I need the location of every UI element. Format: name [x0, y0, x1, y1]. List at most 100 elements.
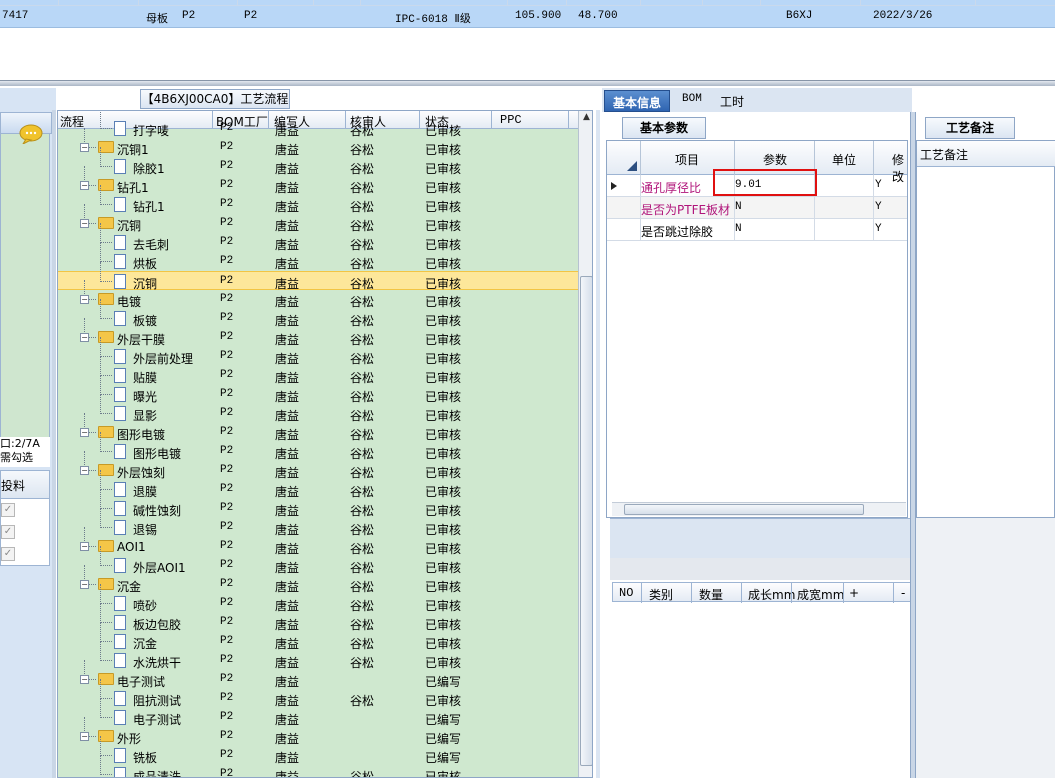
- remove-column-button[interactable]: -: [901, 586, 905, 600]
- collapse-icon[interactable]: −: [80, 295, 89, 304]
- tree-connector: [100, 698, 112, 718]
- flow-row[interactable]: 板镀 P2 唐益 谷松 已审核: [58, 299, 578, 328]
- flow-row[interactable]: 阻抗测试 P2 唐益 谷松 已审核: [58, 679, 578, 708]
- comment-bubble-icon[interactable]: [18, 124, 44, 146]
- left-vertical-splitter[interactable]: [52, 110, 56, 778]
- collapse-icon[interactable]: −: [80, 219, 89, 228]
- tab-basic-info[interactable]: 基本信息: [604, 90, 671, 112]
- process-flow-tree[interactable]: 流程 BOM工厂 编写人 核审人 状态 PPC 打字唛 P2 唐益 谷松 已审核 − 沉铜1…: [57, 110, 593, 778]
- flow-bom-factory: P2: [220, 217, 234, 229]
- flow-row[interactable]: − 外层干膜 P2 唐益 谷松 已审核: [58, 318, 578, 347]
- flow-row[interactable]: 去毛刺 P2 唐益 谷松 已审核: [58, 223, 578, 252]
- flow-row[interactable]: 铣板 P2 唐益 已编写: [58, 736, 578, 765]
- flow-vertical-scrollbar[interactable]: ▲: [578, 111, 592, 777]
- flow-row[interactable]: 成品清洗 P2 唐益 谷松 已审核: [58, 755, 578, 778]
- tab-basic-params[interactable]: 基本参数: [622, 117, 706, 139]
- row-checkbox[interactable]: ✓: [1, 547, 15, 561]
- add-column-button[interactable]: +: [849, 586, 859, 600]
- flow-row[interactable]: 喷砂 P2 唐益 谷松 已审核: [58, 584, 578, 613]
- flow-row[interactable]: 打字唛 P2 唐益 谷松 已审核: [58, 111, 578, 138]
- flow-row[interactable]: − 电镀 P2 唐益 谷松 已审核: [58, 280, 578, 309]
- collapse-icon[interactable]: −: [80, 143, 89, 152]
- center-vertical-splitter[interactable]: [596, 110, 600, 778]
- flow-row[interactable]: − 外形 P2 唐益 已编写: [58, 717, 578, 746]
- tab-process-notes[interactable]: 工艺备注: [925, 117, 1015, 139]
- col-quantity[interactable]: 数量: [699, 586, 723, 603]
- flow-row[interactable]: 烘板 P2 唐益 谷松 已审核: [58, 242, 578, 271]
- flow-status: 已审核: [425, 561, 462, 575]
- flow-row[interactable]: 沉铜 P2 唐益 谷松 已审核: [58, 262, 578, 291]
- flow-bom-factory: P2: [220, 616, 234, 628]
- flow-row[interactable]: 除胶1 P2 唐益 谷松 已审核: [58, 147, 578, 176]
- tab-bom[interactable]: BOM: [674, 90, 710, 112]
- collapse-icon[interactable]: −: [80, 542, 89, 551]
- col-category[interactable]: 类别: [649, 586, 673, 603]
- flow-reviewer: 谷松: [350, 352, 375, 366]
- params-horizontal-scrollbar[interactable]: [612, 502, 906, 516]
- param-value-input[interactable]: N: [735, 223, 742, 235]
- flow-row[interactable]: 碱性蚀刻 P2 唐益 谷松 已审核: [58, 489, 578, 518]
- flow-row[interactable]: 外层前处理 P2 唐益 谷松 已审核: [58, 337, 578, 366]
- scroll-thumb[interactable]: [580, 276, 592, 766]
- flow-row[interactable]: 图形电镀 P2 唐益 谷松 已审核: [58, 432, 578, 461]
- flow-row[interactable]: 钻孔1 P2 唐益 谷松 已审核: [58, 185, 578, 214]
- flow-bom-factory: P2: [220, 673, 234, 685]
- process-notes-panel[interactable]: 工艺备注: [916, 140, 1055, 518]
- param-row[interactable]: 是否为PTFE板材 N Y: [607, 197, 907, 219]
- row-checkbox[interactable]: ✓: [1, 503, 15, 517]
- flow-row[interactable]: − 钻孔1 P2 唐益 谷松 已审核: [58, 166, 578, 195]
- flow-step-name: 铣板: [133, 751, 158, 765]
- flow-bom-factory: P2: [220, 730, 234, 742]
- scroll-up-icon[interactable]: ▲: [580, 112, 592, 127]
- flow-author: 唐益: [275, 637, 300, 651]
- record-code: B6XJ: [786, 10, 813, 22]
- collapse-icon[interactable]: −: [80, 580, 89, 589]
- flow-bom-factory: P2: [220, 768, 234, 778]
- collapse-icon[interactable]: −: [80, 466, 89, 475]
- flow-row[interactable]: − 图形电镀 P2 唐益 谷松 已审核: [58, 413, 578, 442]
- flow-author: 唐益: [275, 675, 300, 689]
- flow-row[interactable]: − 沉铜 P2 唐益 谷松 已审核: [58, 204, 578, 233]
- flow-row[interactable]: 沉金 P2 唐益 谷松 已审核: [58, 622, 578, 651]
- flow-panel-title: 【4B6XJ00CA0】工艺流程: [140, 89, 290, 109]
- flow-author: 唐益: [275, 257, 300, 271]
- basic-params-grid[interactable]: 项目 参数 单位 修改 通孔厚径比 9.01 Y 是否为PTFE板材 N Y 是…: [606, 140, 908, 518]
- flow-row[interactable]: 外层AOI1 P2 唐益 谷松 已审核: [58, 546, 578, 575]
- flow-step-name: 退膜: [133, 485, 158, 499]
- collapse-icon[interactable]: −: [80, 333, 89, 342]
- param-row[interactable]: 是否跳过除胶 N Y: [607, 219, 907, 241]
- col-param[interactable]: 参数: [763, 151, 787, 168]
- col-item[interactable]: 项目: [675, 151, 699, 168]
- flow-row[interactable]: 曝光 P2 唐益 谷松 已审核: [58, 375, 578, 404]
- horizontal-splitter[interactable]: [0, 80, 1055, 86]
- flow-row[interactable]: − AOI1 P2 唐益 谷松 已审核: [58, 527, 578, 556]
- document-icon: [114, 596, 126, 611]
- tab-work-hours[interactable]: 工时: [712, 90, 752, 112]
- collapse-icon[interactable]: −: [80, 675, 89, 684]
- flow-row[interactable]: − 沉金 P2 唐益 谷松 已审核: [58, 565, 578, 594]
- col-length[interactable]: 成长mm: [748, 586, 795, 603]
- flow-row[interactable]: 贴膜 P2 唐益 谷松 已审核: [58, 356, 578, 385]
- collapse-icon[interactable]: −: [80, 428, 89, 437]
- info-line-2: 需勾选: [0, 451, 33, 464]
- document-icon: [114, 710, 126, 725]
- flow-row[interactable]: 水洗烘干 P2 唐益 谷松 已审核: [58, 641, 578, 670]
- col-width[interactable]: 成宽mm: [797, 586, 844, 603]
- collapse-icon[interactable]: −: [80, 732, 89, 741]
- hscroll-thumb[interactable]: [624, 504, 864, 515]
- flow-row[interactable]: − 沉铜1 P2 唐益 谷松 已审核: [58, 128, 578, 157]
- col-no[interactable]: NO: [619, 586, 633, 600]
- flow-row[interactable]: 电子测试 P2 唐益 已编写: [58, 698, 578, 727]
- flow-row[interactable]: 板边包胶 P2 唐益 谷松 已审核: [58, 603, 578, 632]
- flow-status: 已审核: [425, 580, 462, 594]
- flow-row[interactable]: 退膜 P2 唐益 谷松 已审核: [58, 470, 578, 499]
- flow-row[interactable]: − 外层蚀刻 P2 唐益 谷松 已审核: [58, 451, 578, 480]
- collapse-icon[interactable]: −: [80, 181, 89, 190]
- param-value-input[interactable]: N: [735, 201, 742, 213]
- flow-row[interactable]: − 电子测试 P2 唐益 已编写: [58, 660, 578, 689]
- col-unit[interactable]: 单位: [832, 151, 856, 168]
- row-checkbox[interactable]: ✓: [1, 525, 15, 539]
- flow-row[interactable]: 显影 P2 唐益 谷松 已审核: [58, 394, 578, 423]
- flow-row[interactable]: 退锡 P2 唐益 谷松 已审核: [58, 508, 578, 537]
- flow-status: 已审核: [425, 523, 462, 537]
